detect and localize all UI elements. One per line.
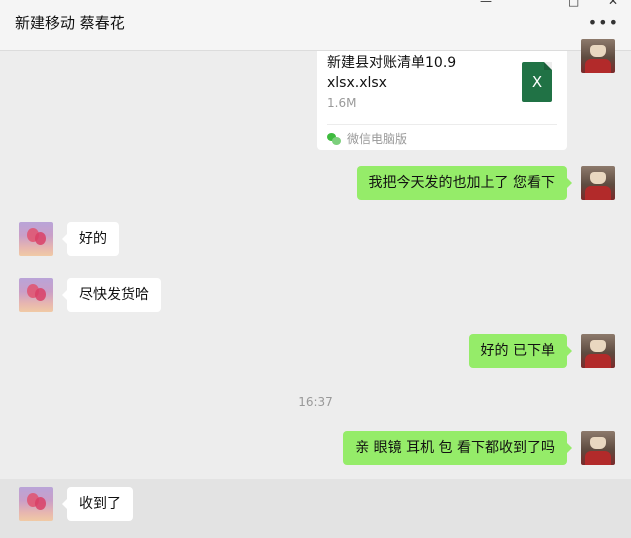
minimize-icon[interactable]: —	[480, 0, 492, 8]
my-avatar[interactable]	[581, 166, 615, 200]
message-row: 尽快发货哈	[0, 278, 631, 314]
wechat-icon	[327, 133, 341, 145]
xlsx-icon-letter: X	[531, 73, 543, 91]
message-list[interactable]: 新建县对账清单10.9 xlsx.xlsx 1.6M X 微信电脑版 我把今天发…	[0, 39, 631, 538]
more-options-icon[interactable]: •••	[588, 15, 619, 31]
maximize-icon[interactable]: □	[568, 0, 579, 8]
outgoing-message-bubble[interactable]: 亲 眼镜 耳机 包 看下都收到了吗	[343, 431, 572, 465]
my-avatar[interactable]	[581, 334, 615, 368]
file-message-card[interactable]: 新建县对账清单10.9 xlsx.xlsx 1.6M X 微信电脑版	[317, 51, 567, 150]
xlsx-icon: X	[522, 62, 552, 102]
my-avatar[interactable]	[581, 431, 615, 465]
message-row: 好的	[0, 222, 631, 258]
chat-header: 新建移动 蔡春花 — □ ✕ •••	[0, 0, 631, 51]
my-avatar[interactable]	[581, 39, 615, 73]
incoming-message-bubble[interactable]: 好的	[62, 222, 119, 256]
contact-avatar[interactable]	[19, 278, 53, 312]
message-row-hovered: 收到了	[0, 479, 631, 538]
incoming-message-bubble[interactable]: 尽快发货哈	[62, 278, 161, 312]
contact-avatar[interactable]	[19, 487, 53, 521]
chat-title: 新建移动 蔡春花	[15, 14, 125, 32]
file-card-divider	[327, 124, 557, 125]
file-source: 微信电脑版	[327, 130, 407, 147]
file-source-label: 微信电脑版	[347, 132, 408, 146]
close-icon[interactable]: ✕	[608, 0, 618, 8]
message-row: 亲 眼镜 耳机 包 看下都收到了吗	[0, 431, 631, 467]
file-name: 新建县对账清单10.9 xlsx.xlsx	[327, 55, 457, 91]
message-row: 我把今天发的也加上了 您看下	[0, 166, 631, 202]
file-size: 1.6M	[327, 96, 357, 110]
message-row: 新建县对账清单10.9 xlsx.xlsx 1.6M X 微信电脑版	[0, 39, 631, 151]
outgoing-message-bubble[interactable]: 我把今天发的也加上了 您看下	[356, 166, 573, 200]
message-timestamp: 16:37	[298, 395, 333, 409]
incoming-message-bubble[interactable]: 收到了	[62, 487, 133, 521]
contact-avatar[interactable]	[19, 222, 53, 256]
outgoing-message-bubble[interactable]: 好的 已下单	[468, 334, 573, 368]
message-row: 好的 已下单	[0, 334, 631, 370]
